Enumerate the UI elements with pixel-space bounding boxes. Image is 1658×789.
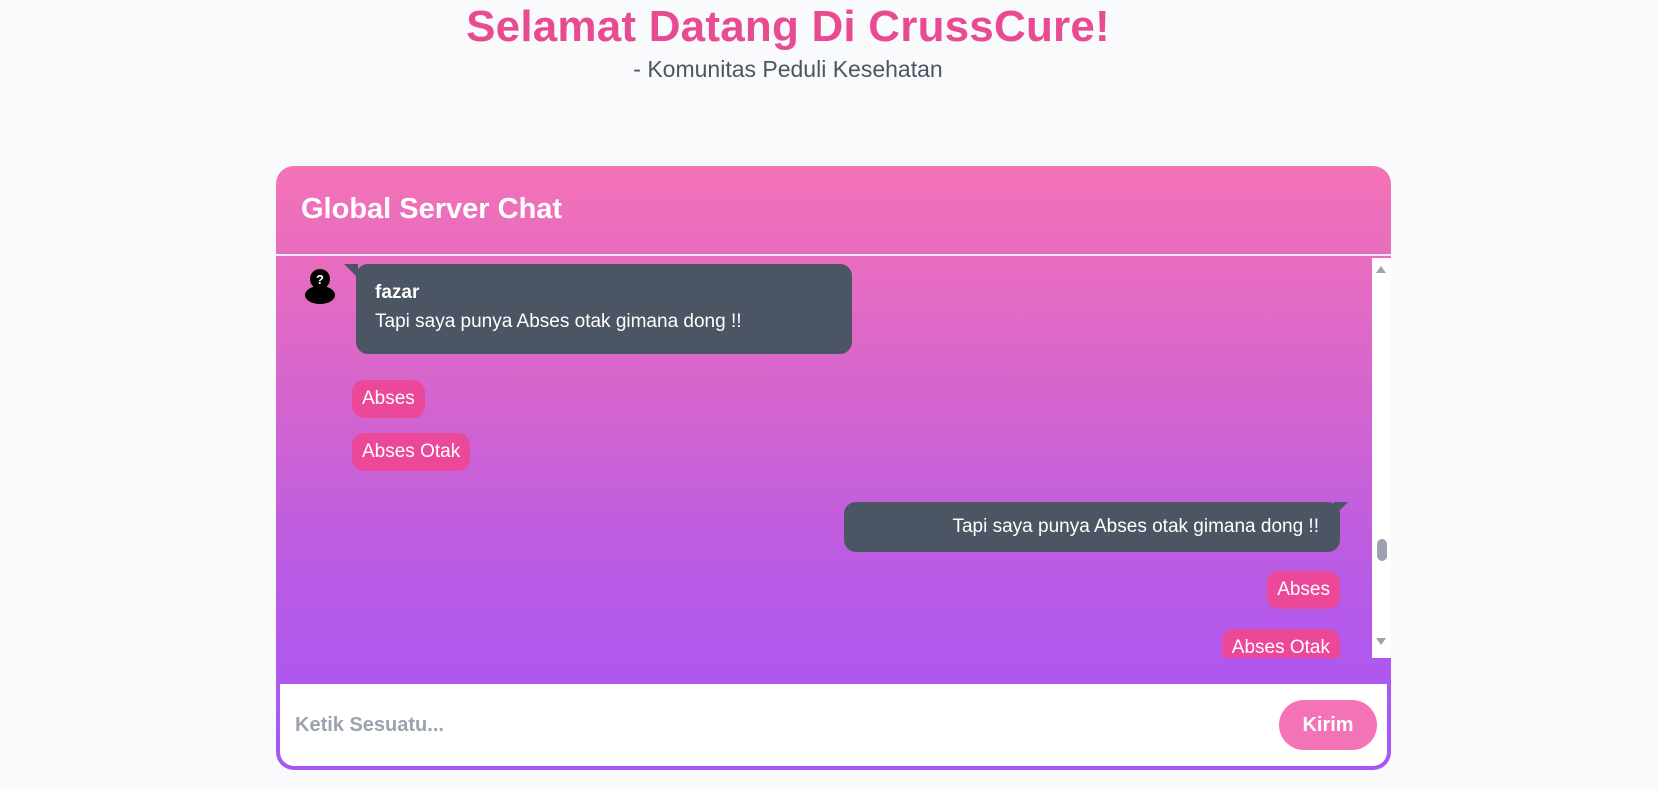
page: Selamat Datang Di CrussCure! - Komunitas… <box>0 0 1658 789</box>
message-bubble-outgoing: Tapi saya punya Abses otak gimana dong !… <box>844 502 1348 552</box>
message-input[interactable] <box>280 684 1240 766</box>
chat-panel: Global Server Chat ? fazar Tapi saya pun… <box>276 166 1391 770</box>
chat-header: Global Server Chat <box>276 166 1391 256</box>
message-composer: Kirim <box>280 684 1387 766</box>
tag-chip[interactable]: Abses Otak <box>1221 629 1340 658</box>
message-text: Tapi saya punya Abses otak gimana dong !… <box>952 516 1319 537</box>
tag-chip[interactable]: Abses <box>352 380 425 418</box>
tag-chip[interactable]: Abses Otak <box>352 433 471 471</box>
message-text: Tapi saya punya Abses otak gimana dong !… <box>375 311 742 332</box>
message-list[interactable]: ? fazar Tapi saya punya Abses otak giman… <box>276 258 1372 658</box>
page-title: Selamat Datang Di CrussCure! <box>466 2 1110 51</box>
scroll-thumb[interactable] <box>1377 539 1387 561</box>
message-bubble-incoming: fazar Tapi saya punya Abses otak gimana … <box>344 264 852 354</box>
user-unknown-icon: ? <box>303 266 337 304</box>
scroll-up-icon[interactable] <box>1376 266 1386 273</box>
scroll-down-icon[interactable] <box>1376 638 1386 645</box>
svg-text:?: ? <box>316 272 324 287</box>
send-button[interactable]: Kirim <box>1279 700 1377 750</box>
page-subtitle: - Komunitas Peduli Kesehatan <box>633 56 943 82</box>
message-sender: fazar <box>375 282 420 303</box>
tag-chip[interactable]: Abses <box>1267 571 1340 609</box>
chat-title: Global Server Chat <box>301 193 563 225</box>
message-scrollbar[interactable] <box>1372 258 1391 658</box>
